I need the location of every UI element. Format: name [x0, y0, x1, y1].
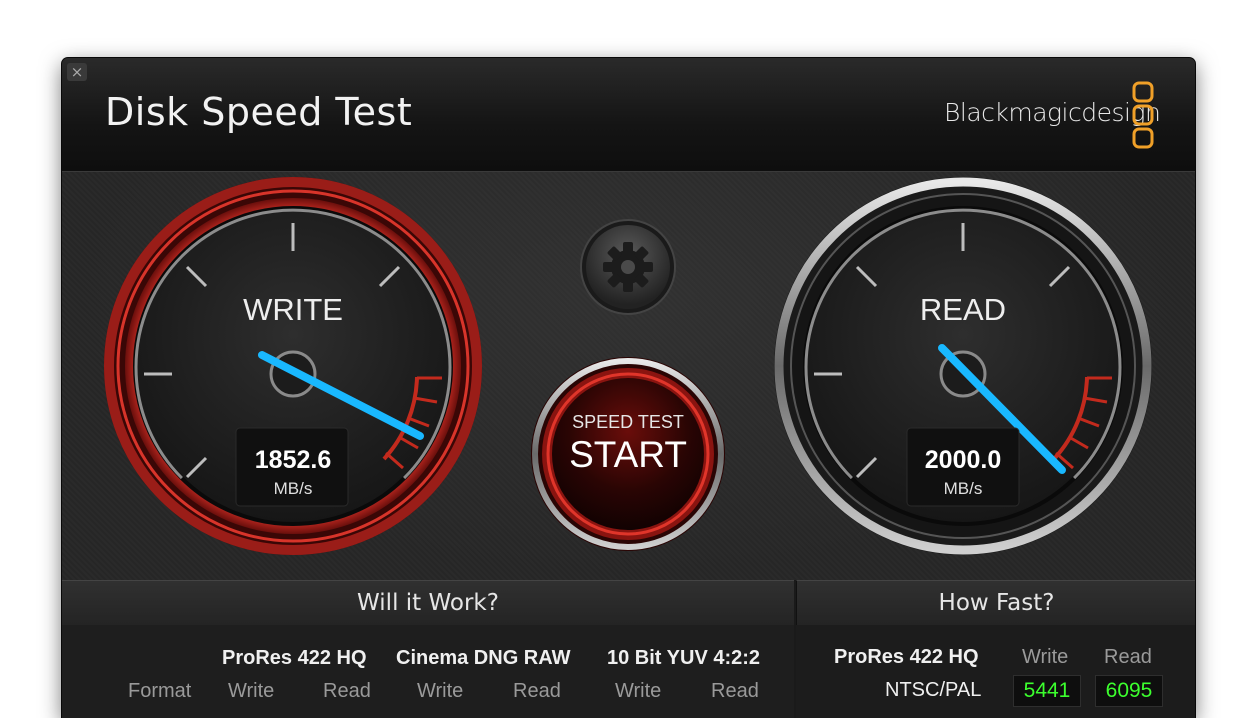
col-write: Write — [615, 680, 662, 702]
how-fast-format: ProRes 422 HQ — [834, 646, 979, 668]
write-speed-value: 5441 — [1013, 675, 1081, 707]
col-read: Read — [323, 680, 371, 702]
start-label: START — [569, 434, 687, 475]
how-fast-header: How Fast? — [796, 580, 1195, 625]
write-label: WRITE — [243, 292, 343, 327]
col-write: Write — [1022, 646, 1069, 668]
format-name: Cinema DNG RAW — [396, 647, 571, 669]
close-button[interactable]: × — [67, 63, 87, 81]
will-it-work-table: ProRes 422 HQ Cinema DNG RAW 10 Bit YUV … — [62, 625, 794, 718]
start-button[interactable]: SPEED TEST START — [531, 357, 725, 551]
col-read: Read — [513, 680, 561, 702]
col-read: Read — [711, 680, 759, 702]
format-name: 10 Bit YUV 4:2:2 — [607, 647, 761, 669]
how-fast-table: ProRes 422 HQ Write Read NTSC/PAL 5441 6… — [796, 625, 1195, 718]
format-label: Format — [128, 680, 192, 702]
gear-icon — [603, 242, 653, 292]
brand-logo-icon — [1132, 81, 1154, 149]
format-name: ProRes 422 HQ — [222, 647, 367, 669]
title-bar: × Disk Speed Test Blackmagicdesign — [62, 58, 1195, 172]
app-window: × Disk Speed Test Blackmagicdesign WRITE… — [62, 58, 1195, 718]
read-speed-value: 6095 — [1095, 675, 1163, 707]
write-unit: MB/s — [274, 479, 313, 498]
start-caption: SPEED TEST — [572, 412, 684, 432]
col-write: Write — [228, 680, 275, 702]
settings-button[interactable] — [580, 219, 676, 315]
read-gauge: READ 2000.0 MB/s — [774, 177, 1152, 555]
gauges-area: WRITE 1852.6 MB/s READ 2000.0 MB/s SPEED… — [104, 177, 1152, 555]
col-read: Read — [1104, 646, 1152, 668]
row-name: NTSC/PAL — [885, 679, 982, 701]
col-write: Write — [417, 680, 464, 702]
app-title: Disk Speed Test — [105, 90, 413, 134]
read-value: 2000.0 — [925, 446, 1001, 474]
read-unit: MB/s — [944, 479, 983, 498]
read-label: READ — [920, 292, 1006, 327]
will-it-work-header: Will it Work? — [62, 580, 794, 625]
write-value: 1852.6 — [255, 446, 331, 474]
write-gauge: WRITE 1852.6 MB/s — [104, 177, 482, 555]
brand-name: Blackmagicdesign — [944, 98, 1161, 127]
